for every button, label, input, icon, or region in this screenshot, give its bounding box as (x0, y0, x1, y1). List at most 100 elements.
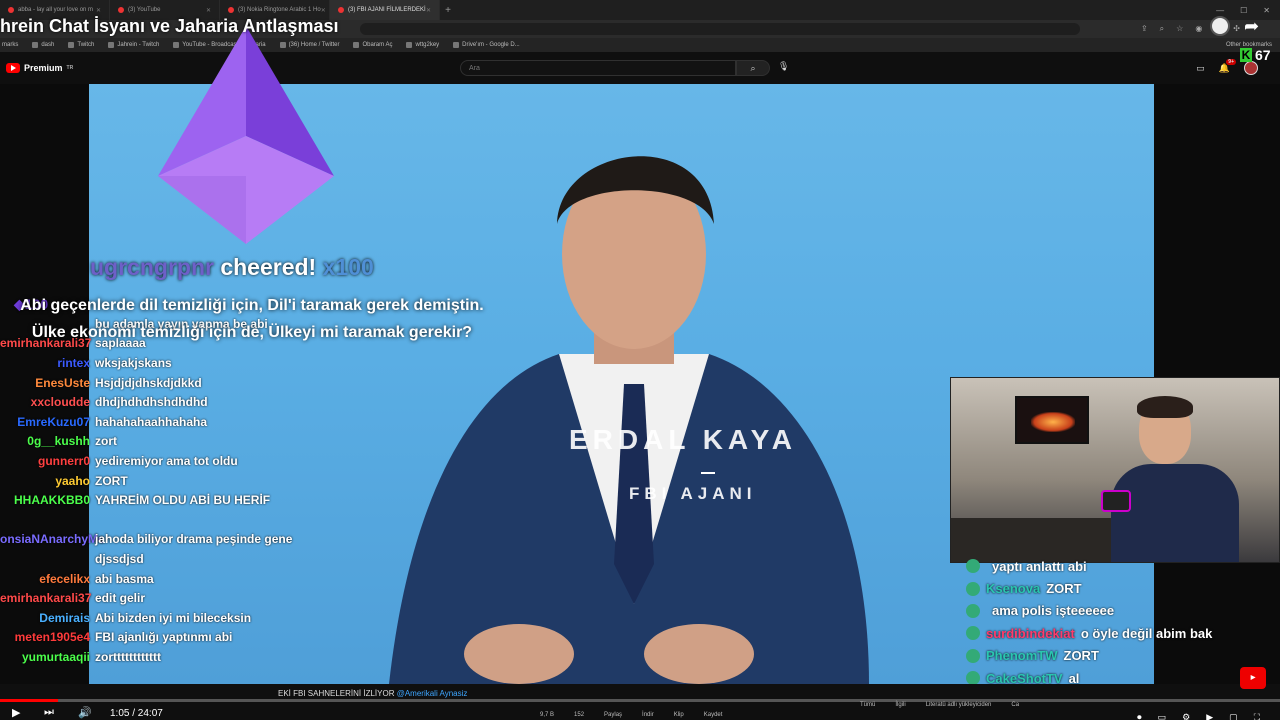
search-input[interactable]: Ara (460, 60, 736, 76)
close-window-icon[interactable]: ✕ (1263, 6, 1270, 15)
fireplace-tv (1015, 396, 1089, 444)
subtitles-icon[interactable]: ▭ (1158, 712, 1167, 720)
tag-chip[interactable]: Ca (1011, 702, 1019, 708)
extension-icon[interactable]: ◉ (1195, 24, 1202, 34)
mic-icon[interactable]: 🎙 (778, 61, 789, 72)
tab-close-icon[interactable]: ✕ (96, 7, 101, 14)
miniplayer-icon[interactable]: ▢ (1229, 712, 1238, 720)
bookmark-item[interactable]: Obaram Aç (353, 42, 392, 48)
bookmark-star-icon[interactable]: ☆ (1176, 24, 1183, 34)
bookmark-item[interactable]: wttg2key (406, 42, 439, 48)
chat-message: rintex wksjakjskans (0, 353, 300, 373)
browser-tab-active[interactable]: (3) FBI AJANI FİLMLERDEKİ ✕ (330, 0, 440, 20)
share-icon[interactable]: ➦ (1244, 16, 1259, 37)
new-tab-button[interactable]: + (440, 5, 456, 16)
chat-text: ZORT (95, 473, 128, 488)
puzzle-icon[interactable]: ✣ (1233, 24, 1240, 34)
cheer-amount: x100 (322, 254, 374, 280)
tag-chip[interactable]: İlgili (895, 702, 905, 708)
chat-text: yaptı anlattı abi (992, 558, 1087, 574)
chat-text: dhdjhdhdhshdhdhd (95, 395, 208, 410)
progress-bar[interactable] (0, 699, 1280, 702)
chat-username[interactable]: xxcloudde (0, 395, 95, 409)
chat-username[interactable]: rintex (0, 356, 95, 370)
chat-username[interactable]: emirhankarali37 (0, 591, 95, 605)
chat-message (0, 510, 300, 530)
chat-username[interactable]: HHAAKKBB0 (0, 493, 95, 507)
chat-message: xxcloudde dhdjhdhdhshdhdhd (0, 392, 300, 412)
tab-close-icon[interactable]: ✕ (206, 7, 211, 14)
presenter-hand (464, 624, 574, 684)
chat-username[interactable]: PhenomTW (986, 648, 1058, 663)
share-button[interactable]: Paylaş (604, 712, 622, 718)
chat-message: 0g__kushh zort (0, 432, 300, 452)
tab-close-icon[interactable]: ✕ (321, 7, 326, 14)
bookmark-item[interactable]: Drive'ım - Google D... (453, 42, 520, 48)
channel-link[interactable]: @Amerikali Aynasiz (397, 689, 468, 698)
chat-badge-icon (966, 626, 980, 641)
chat-text: wksjakjskans (95, 355, 172, 370)
clip-button[interactable]: Klip (674, 712, 684, 718)
chat-message: PhenomTW ZORT (966, 645, 1266, 667)
chat-username[interactable]: gunnerr0 (0, 454, 95, 468)
tab-close-icon[interactable]: ✕ (426, 7, 431, 14)
chat-message: gunnerr0 yediremiyor ama tot oldu (0, 451, 300, 471)
chat-text: zort (95, 434, 117, 449)
chat-message: EmreKuzu07 hahahahaahhahaha (0, 412, 300, 432)
chat-username[interactable]: yaaho (0, 474, 95, 488)
chat-username[interactable]: onsiaNAnarchyMe (0, 532, 105, 546)
chat-username[interactable]: 0g__kushh (0, 434, 95, 448)
bookmark-item[interactable]: marks (2, 42, 18, 48)
webcam-overlay (950, 377, 1280, 563)
save-button[interactable]: Kaydet (704, 712, 723, 718)
tag-chip[interactable]: Literatü adlı yükleyiciden (926, 702, 992, 708)
bookmark-item[interactable]: dash (32, 42, 54, 48)
chat-username[interactable]: yumurtaaqii (0, 650, 95, 664)
chat-message: HHAAKKBB0 YAHREİM OLDU ABİ BU HERİF (0, 490, 300, 510)
volume-icon[interactable]: 🔊 (78, 706, 92, 719)
avatar[interactable] (1244, 61, 1258, 75)
share-page-icon[interactable]: ⇪ (1141, 24, 1148, 34)
maximize-icon[interactable]: ☐ (1240, 6, 1247, 15)
play-icon[interactable]: ▶ (12, 706, 20, 719)
like-button[interactable]: 9,7 B (540, 712, 554, 718)
title-divider (701, 472, 715, 474)
player-right-controls: ⏺ ▭ ⚙ ▶ ▢ ⛶ (1137, 712, 1260, 720)
streamer-body (1111, 464, 1239, 562)
chat-username[interactable]: surdibindekiat (986, 626, 1075, 641)
chat-username[interactable]: meten1905e4 (0, 630, 95, 644)
chat-username[interactable]: Ksenova (986, 581, 1040, 596)
create-video-icon[interactable]: ▭ (1196, 63, 1205, 74)
bookmark-icon (406, 42, 413, 48)
bookmark-item[interactable]: Twitch (68, 42, 94, 48)
settings-icon[interactable]: ⚙ (1182, 712, 1190, 720)
chat-username[interactable]: Demirais (0, 611, 95, 625)
chat-badge-icon (966, 581, 980, 596)
bookmark-icon (453, 42, 460, 48)
youtube-logo-icon[interactable]: ▶ (1206, 712, 1213, 720)
omnibox[interactable] (360, 23, 1080, 35)
chat-message: Ksenova ZORT (966, 577, 1266, 599)
bookmark-icon (108, 42, 115, 48)
chat-message: emirhankarali37 edit gelir (0, 588, 300, 608)
cheer-text: cheered! (220, 254, 317, 280)
tag-chip[interactable]: Tümü (860, 702, 875, 708)
chat-username[interactable]: EnesUste (0, 376, 95, 390)
chat-text: yediremiyor ama tot oldu (95, 453, 238, 468)
fullscreen-icon[interactable]: ⛶ (1254, 712, 1260, 720)
search-button[interactable]: ⌕ (736, 60, 770, 76)
youtube-logo[interactable]: Premium TR (0, 63, 73, 73)
chat-username[interactable]: efecelikx (0, 572, 95, 586)
chat-username[interactable]: EmreKuzu07 (0, 415, 95, 429)
dislike-button[interactable]: 152 (574, 712, 584, 718)
minimize-icon[interactable]: — (1216, 6, 1224, 15)
chat-text: jahoda biliyor drama peşinde gene (95, 532, 293, 547)
zoom-icon[interactable]: ⌕ (1160, 24, 1164, 34)
cheer-alert: ugrcngrpnr cheered! x100 (90, 254, 374, 281)
bookmark-item[interactable]: Jahrein - Twitch (108, 42, 159, 48)
next-icon[interactable]: ⏭ (44, 706, 54, 719)
chat-message: onsiaNAnarchyMe jahoda biliyor drama peşi… (0, 530, 300, 550)
notifications-icon[interactable]: 🔔 9+ (1219, 58, 1236, 74)
download-button[interactable]: İndir (642, 712, 654, 718)
autoplay-toggle[interactable]: ⏺ (1137, 712, 1142, 720)
